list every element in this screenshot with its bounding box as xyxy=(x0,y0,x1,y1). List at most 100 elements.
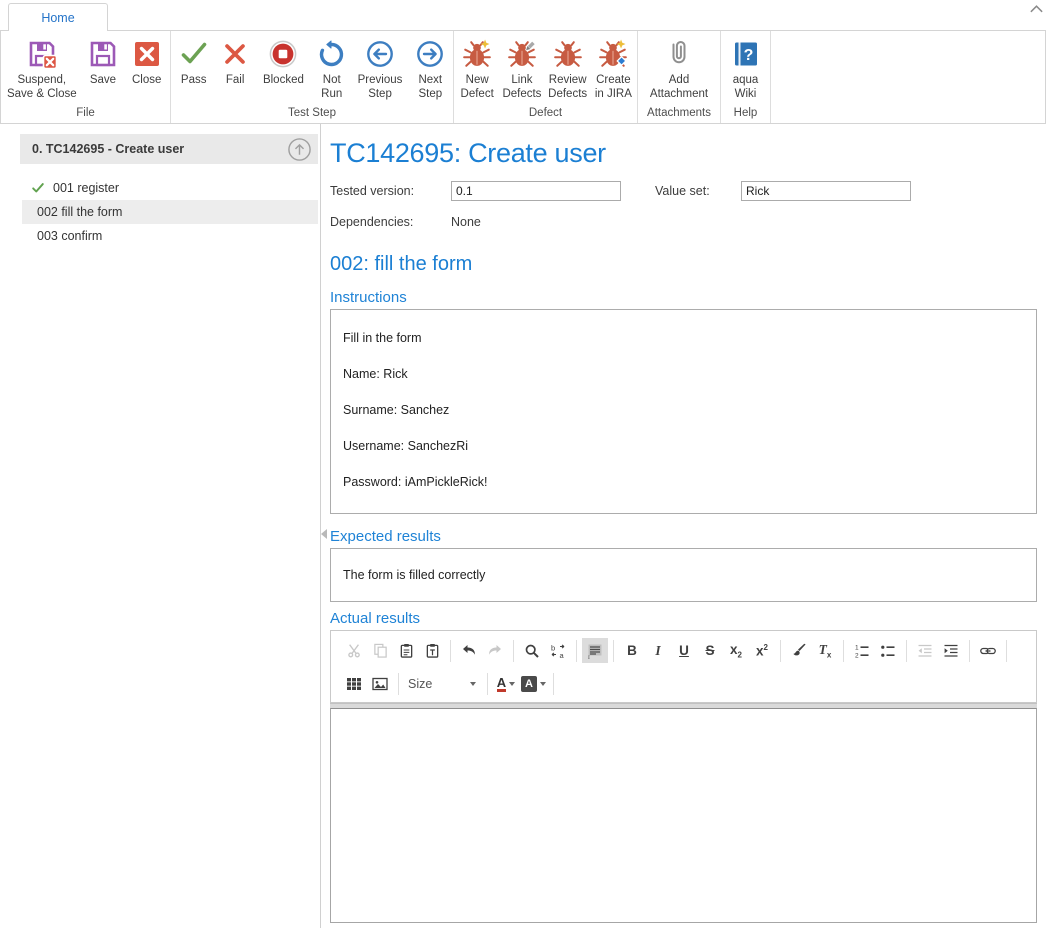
toolbar-separator xyxy=(450,640,451,662)
find-icon[interactable] xyxy=(519,638,545,663)
tested-version-label: Tested version: xyxy=(330,184,451,198)
button-label: Blocked xyxy=(263,74,304,88)
toolbar-separator xyxy=(1006,640,1007,662)
close-button[interactable]: Close xyxy=(125,33,168,106)
link-defects-button[interactable]: Link Defects xyxy=(500,33,543,106)
editor-toolbar-row-1: ba I B I U S x2 x2 Tx 1 xyxy=(341,634,1026,667)
collapse-ribbon-button[interactable] xyxy=(1029,4,1044,14)
save-button[interactable]: Save xyxy=(83,33,124,106)
increase-indent-icon[interactable] xyxy=(938,638,964,663)
remove-format-icon[interactable]: Tx xyxy=(812,638,838,663)
strikethrough-icon[interactable]: S xyxy=(697,638,723,663)
toolbar-separator xyxy=(487,673,488,695)
toolbar-separator xyxy=(613,640,614,662)
wiki-book-icon: ? xyxy=(732,36,760,72)
group-label-defect: Defect xyxy=(454,106,637,123)
tested-version-input[interactable] xyxy=(451,181,621,201)
button-label: Pass xyxy=(181,74,207,88)
image-icon[interactable] xyxy=(367,671,393,696)
step-item-002-fill-the-form[interactable]: 002 fill the form xyxy=(22,200,318,224)
review-defects-button[interactable]: Review Defects xyxy=(546,33,590,106)
button-label: Fail xyxy=(226,74,245,88)
button-label: Previous Step xyxy=(352,74,407,101)
step-label: 001 register xyxy=(53,181,119,195)
aqua-wiki-button[interactable]: ? aqua Wiki xyxy=(724,33,768,106)
text-color-button[interactable]: A xyxy=(493,671,519,696)
text-color-icon: A xyxy=(497,676,506,692)
numbered-list-icon[interactable]: 12 xyxy=(849,638,875,663)
button-label: aqua Wiki xyxy=(724,74,768,101)
link-icon[interactable] xyxy=(975,638,1001,663)
undo-icon[interactable] xyxy=(456,638,482,663)
toolbar-separator xyxy=(398,673,399,695)
bold-icon[interactable]: B xyxy=(619,638,645,663)
tab-home[interactable]: Home xyxy=(8,3,108,31)
step-list: 001 register 002 fill the form 003 confi… xyxy=(22,176,318,248)
select-all-icon[interactable]: I xyxy=(582,638,608,663)
paste-plain-text-icon[interactable] xyxy=(419,638,445,663)
add-attachment-button[interactable]: Add Attachment xyxy=(641,33,717,106)
toolbar-separator xyxy=(553,673,554,695)
blocked-button[interactable]: Blocked xyxy=(256,33,311,106)
svg-text:2: 2 xyxy=(855,652,859,659)
toolbar-separator xyxy=(576,640,577,662)
paste-icon[interactable] xyxy=(393,638,419,663)
previous-step-button[interactable]: Previous Step xyxy=(352,33,407,106)
step-label: 003 confirm xyxy=(37,229,102,243)
button-label: Not Run xyxy=(313,74,350,101)
value-set-input[interactable] xyxy=(741,181,911,201)
not-run-button[interactable]: Not Run xyxy=(313,33,350,106)
replace-icon[interactable]: ba xyxy=(545,638,571,663)
decrease-indent-icon[interactable] xyxy=(912,638,938,663)
redo-icon[interactable] xyxy=(482,638,508,663)
pass-button[interactable]: Pass xyxy=(173,33,214,106)
instruction-line: Password: iAmPickleRick! xyxy=(343,474,1024,490)
next-step-button[interactable]: Next Step xyxy=(410,33,451,106)
subscript-icon[interactable]: x2 xyxy=(723,638,749,663)
dependencies-label: Dependencies: xyxy=(330,215,451,229)
bulleted-list-icon[interactable] xyxy=(875,638,901,663)
button-label: Save xyxy=(90,74,116,88)
font-size-dropdown-label: Size xyxy=(408,677,432,691)
value-set-label: Value set: xyxy=(655,184,741,198)
step-item-001-register[interactable]: 001 register xyxy=(22,176,318,200)
create-in-jira-button[interactable]: Create in JIRA xyxy=(592,33,635,106)
background-color-button[interactable]: A xyxy=(519,671,548,696)
copy-icon[interactable] xyxy=(367,638,393,663)
instruction-line: Fill in the form xyxy=(343,330,1024,346)
instructions-heading: Instructions xyxy=(330,289,1037,306)
instruction-line: Username: SanchezRi xyxy=(343,438,1024,454)
next-step-icon xyxy=(415,36,445,72)
sidebar-header: 0. TC142695 - Create user xyxy=(20,134,318,164)
fail-button[interactable]: Fail xyxy=(216,33,253,106)
cut-icon[interactable] xyxy=(341,638,367,663)
superscript-icon[interactable]: x2 xyxy=(749,638,775,663)
version-valueset-row: Tested version: Value set: xyxy=(330,181,1037,201)
dependencies-row: Dependencies: None xyxy=(330,215,1037,229)
bug-jira-icon xyxy=(598,36,628,72)
instruction-line: Name: Rick xyxy=(343,366,1024,382)
actual-results-editor: ba I B I U S x2 x2 Tx 1 xyxy=(330,630,1037,923)
new-defect-button[interactable]: New Defect xyxy=(456,33,498,106)
svg-text:I: I xyxy=(588,655,590,659)
italic-icon[interactable]: I xyxy=(645,638,671,663)
step-item-003-confirm[interactable]: 003 confirm xyxy=(22,224,318,248)
table-icon[interactable] xyxy=(341,671,367,696)
pass-check-icon xyxy=(179,36,209,72)
chevron-down-icon xyxy=(470,682,476,686)
bug-link-icon xyxy=(507,36,537,72)
copy-formatting-icon[interactable] xyxy=(786,638,812,663)
suspend-save-close-button[interactable]: Suspend, Save & Close xyxy=(3,33,81,106)
font-size-dropdown[interactable]: Size xyxy=(404,677,482,691)
ribbon-group-defect: New Defect Link Defects xyxy=(454,31,638,123)
button-label: Next Step xyxy=(410,74,451,101)
circle-up-arrow-icon[interactable] xyxy=(287,137,312,162)
underline-icon[interactable]: U xyxy=(671,638,697,663)
actual-results-text-area[interactable] xyxy=(330,708,1037,923)
chevron-down-icon xyxy=(509,682,515,686)
expected-results-box: The form is filled correctly xyxy=(330,548,1037,602)
not-run-reset-icon xyxy=(317,36,346,72)
step-section-title: 002: fill the form xyxy=(330,253,1037,276)
button-label: New Defect xyxy=(456,74,498,101)
group-label-test-step: Test Step xyxy=(171,106,453,123)
